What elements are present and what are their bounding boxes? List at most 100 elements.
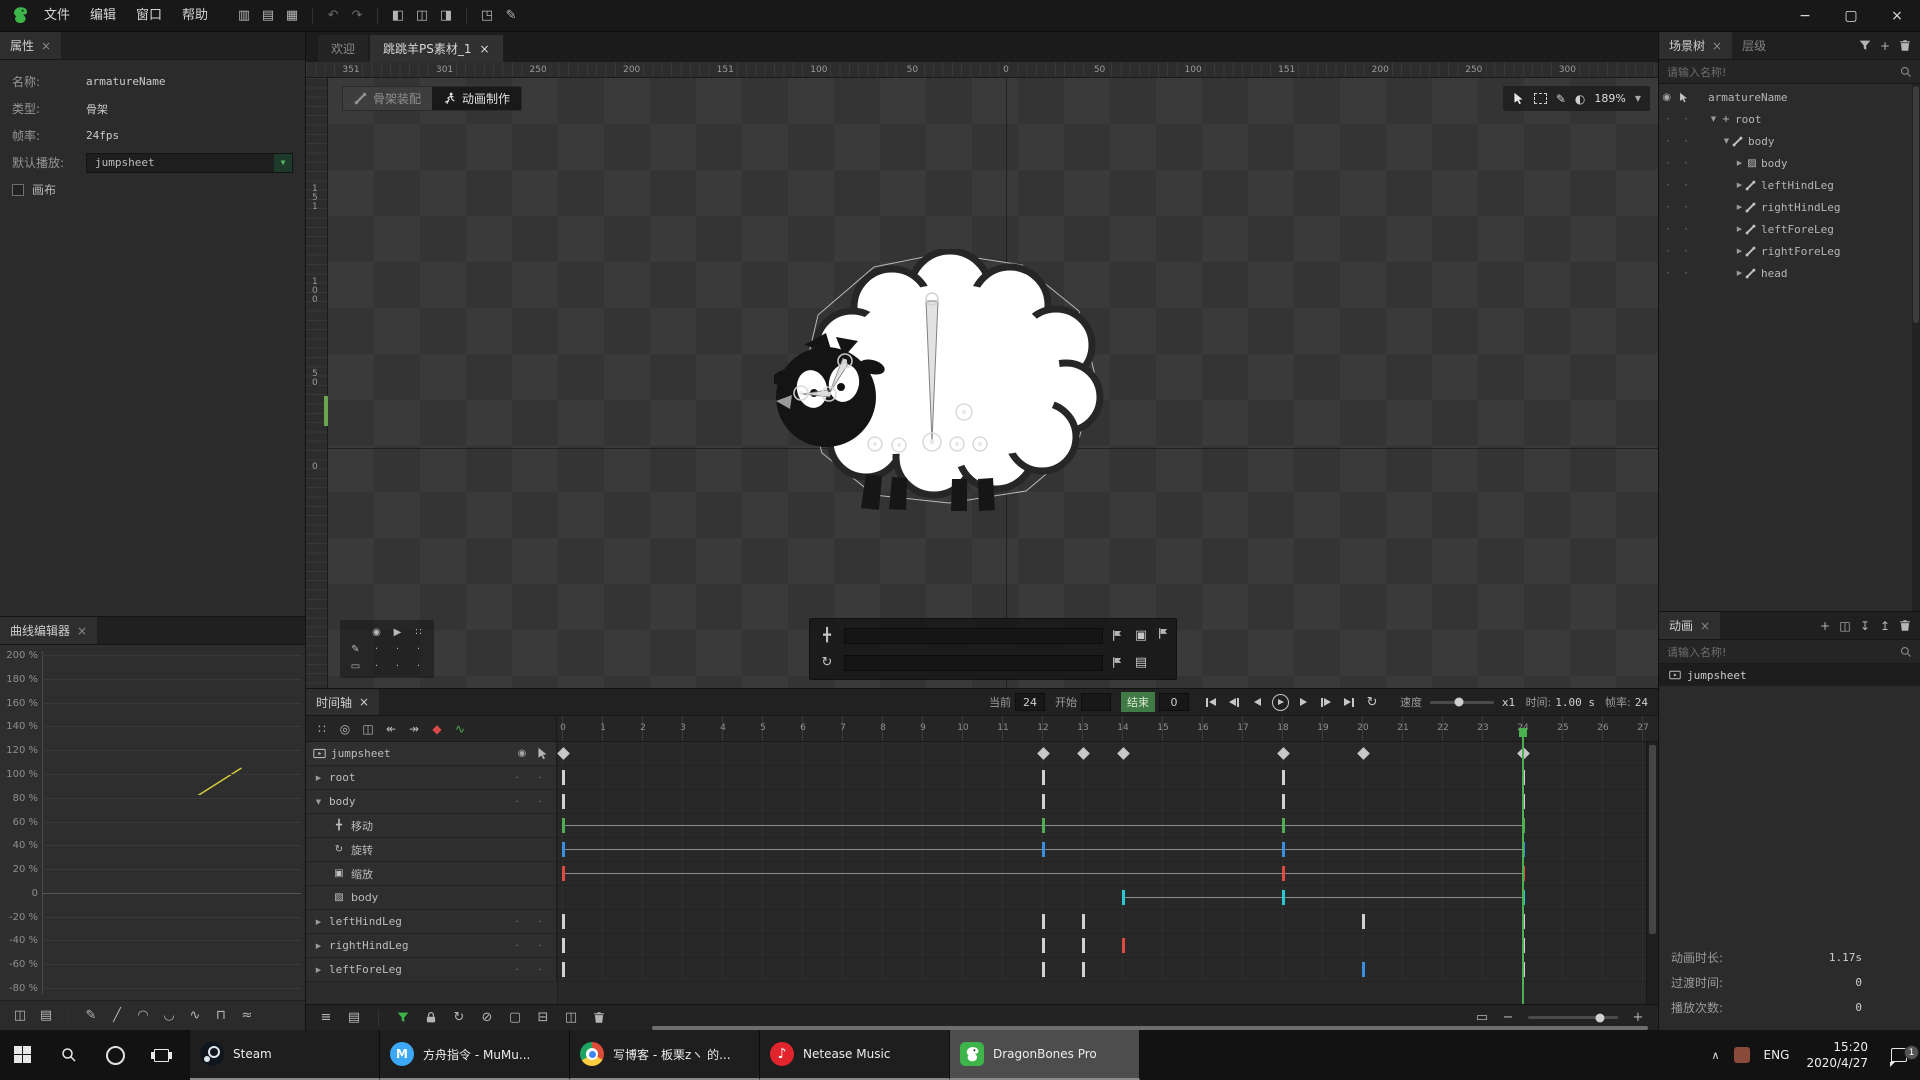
task-view-button[interactable] <box>138 1030 184 1080</box>
expand-arrow-icon[interactable]: ▶ <box>1734 159 1745 167</box>
filter-keyframes-icon[interactable] <box>393 1011 413 1024</box>
onion-skin-icon[interactable]: ◎ <box>337 719 353 739</box>
close-tab-icon[interactable]: × <box>41 39 51 53</box>
keyframe-frame-18[interactable] <box>1282 794 1285 809</box>
timeline-row-leftForeLeg[interactable]: ▶leftForeLeg·· <box>306 958 1658 982</box>
layout-split-icon[interactable]: ◫ <box>412 6 432 26</box>
tree-node-head[interactable]: ··▶head <box>1659 262 1920 284</box>
paste-curve-icon[interactable]: ▤ <box>36 1006 56 1026</box>
keyframe-frame-18[interactable] <box>1282 770 1285 785</box>
duplicate-animation-icon[interactable]: ◫ <box>1836 616 1854 636</box>
keyframe-frame-12[interactable] <box>1042 818 1045 833</box>
move-tool-icon[interactable]: ╋ <box>818 628 836 643</box>
timeline-row-jumpsheet[interactable]: jumpsheet◉ <box>306 742 1658 766</box>
loop-button[interactable]: ↻ <box>1362 692 1382 712</box>
taskbar-app-steam[interactable]: Steam <box>190 1030 380 1080</box>
keyframe-frame-14[interactable] <box>1122 938 1125 953</box>
mode-armature-button[interactable]: 骨架装配 <box>343 87 432 110</box>
copy-frame-icon[interactable]: ◫ <box>561 1008 581 1028</box>
tween-curve-icon[interactable]: ∿ <box>452 719 468 739</box>
export-texture-icon[interactable]: ◳ <box>477 6 497 26</box>
sheep-character[interactable] <box>774 249 1112 533</box>
tree-node-rightForeLeg[interactable]: ··▶rightForeLeg <box>1659 240 1920 262</box>
grid-snap-icon[interactable]: ▣ <box>1132 628 1150 643</box>
expand-arrow-icon[interactable]: ▶ <box>313 966 324 974</box>
expand-arrow-icon[interactable]: ▶ <box>1734 225 1745 233</box>
minimize-button[interactable]: − <box>1782 0 1828 31</box>
tab-timeline[interactable]: 时间轴 × <box>306 689 379 715</box>
tree-node-leftHindLeg[interactable]: ··▶leftHindLeg <box>1659 174 1920 196</box>
keyframe-frame-13[interactable] <box>1082 962 1085 977</box>
lock-icon[interactable] <box>421 1011 441 1024</box>
timeline-row-body[interactable]: ▨body <box>306 886 1658 910</box>
playhead-flag[interactable] <box>1519 728 1527 737</box>
close-button[interactable]: × <box>1874 0 1920 31</box>
layout-left-icon[interactable]: ◧ <box>388 6 408 26</box>
visibility-icon[interactable]: ◉ <box>1662 92 1671 103</box>
tree-node-armatureName[interactable]: ◉armatureName <box>1659 86 1920 108</box>
expand-arrow-icon[interactable]: ▶ <box>1734 203 1745 211</box>
taskbar-search-button[interactable] <box>46 1030 92 1080</box>
end-frame-field[interactable]: 0 <box>1159 693 1189 711</box>
keyframe-frame-20[interactable] <box>1357 747 1370 760</box>
stepped-ease-icon[interactable]: ⊓ <box>211 1006 231 1026</box>
playhead[interactable] <box>1522 728 1524 1004</box>
current-frame-field[interactable]: 24 <box>1015 693 1045 711</box>
expand-arrow-icon[interactable]: ▶ <box>313 918 324 926</box>
keyframe-frame-12[interactable] <box>1042 914 1045 929</box>
taskbar-clock[interactable]: 15:20 2020/4/27 <box>1796 1039 1878 1071</box>
prev-keyframe-button[interactable] <box>1224 692 1244 712</box>
expand-arrow-icon[interactable]: ▼ <box>1708 115 1719 123</box>
chevron-down-icon[interactable]: ▼ <box>274 154 292 172</box>
keyframe-frame-12[interactable] <box>1042 962 1045 977</box>
canvas-checkbox[interactable] <box>12 184 24 196</box>
keyframe-frame-20[interactable] <box>1362 962 1365 977</box>
keyframe-track[interactable] <box>557 862 1658 885</box>
timeline-row-root[interactable]: ▶root·· <box>306 766 1658 790</box>
menu-item-0[interactable]: 文件 <box>34 0 80 32</box>
next-keyframe-icon[interactable]: ↠ <box>406 719 422 739</box>
prev-frame-button[interactable] <box>1247 692 1267 712</box>
flag-icon[interactable] <box>1111 629 1124 642</box>
keyframe-frame-0[interactable] <box>562 770 565 785</box>
keyframe-frame-0[interactable] <box>562 914 565 929</box>
timeline-row-body[interactable]: ▼body·· <box>306 790 1658 814</box>
layer-view-icon[interactable]: ≡ <box>316 1008 336 1028</box>
prev-keyframe-icon[interactable]: ↞ <box>383 719 399 739</box>
cortana-button[interactable] <box>92 1030 138 1080</box>
tab-hierarchy[interactable]: 层级 <box>1732 32 1776 59</box>
delete-frame-icon[interactable] <box>589 1011 609 1024</box>
keyframe-frame-14[interactable] <box>1117 747 1130 760</box>
frame-ruler[interactable]: 0123456789101112131415161718192021222324… <box>557 716 1658 742</box>
close-tab-icon[interactable]: × <box>1712 39 1722 53</box>
next-frame-button[interactable] <box>1293 692 1313 712</box>
keyframe-frame-18[interactable] <box>1282 890 1285 905</box>
keyframe-frame-13[interactable] <box>1082 914 1085 929</box>
cursor-tool-icon[interactable] <box>1512 92 1525 105</box>
keyframe-frame-0[interactable] <box>562 938 565 953</box>
keyframe-frame-0[interactable] <box>562 794 565 809</box>
sync-icon[interactable]: ↻ <box>449 1008 469 1028</box>
save-file-icon[interactable]: ▦ <box>282 6 302 26</box>
keyframe-frame-0[interactable] <box>562 866 565 881</box>
filter-icon[interactable] <box>1856 39 1874 52</box>
marquee-tool-icon[interactable] <box>1534 93 1547 104</box>
keyframe-track[interactable] <box>557 910 1658 933</box>
animation-item-jumpsheet[interactable]: jumpsheet <box>1659 664 1920 686</box>
mute-icon[interactable]: ⊘ <box>477 1008 497 1028</box>
keyframe-frame-12[interactable] <box>1042 770 1045 785</box>
fit-frames-icon[interactable]: ▭ <box>1472 1008 1492 1028</box>
copy-frames-icon[interactable]: ◫ <box>360 719 376 739</box>
mode-animation-button[interactable]: 动画制作 <box>432 87 521 110</box>
ease-out-icon[interactable]: ◡ <box>159 1006 179 1026</box>
bounce-ease-icon[interactable]: ≈ <box>237 1006 257 1026</box>
auto-keyframe-icon[interactable]: ◆ <box>429 719 445 739</box>
chevron-down-icon[interactable]: ▼ <box>1635 94 1641 103</box>
tab-scene-tree[interactable]: 场景树 × <box>1659 32 1732 59</box>
pen-tool-icon[interactable]: ✎ <box>1556 92 1566 106</box>
keyframe-frame-13[interactable] <box>1082 938 1085 953</box>
flag-icon[interactable] <box>1111 656 1124 669</box>
stage-canvas[interactable]: 骨架装配 动画制作 ✎ ◐ 189% ▼ <box>328 78 1658 688</box>
detail-view-icon[interactable]: ▤ <box>344 1008 364 1028</box>
keyframe-track[interactable] <box>557 742 1658 765</box>
